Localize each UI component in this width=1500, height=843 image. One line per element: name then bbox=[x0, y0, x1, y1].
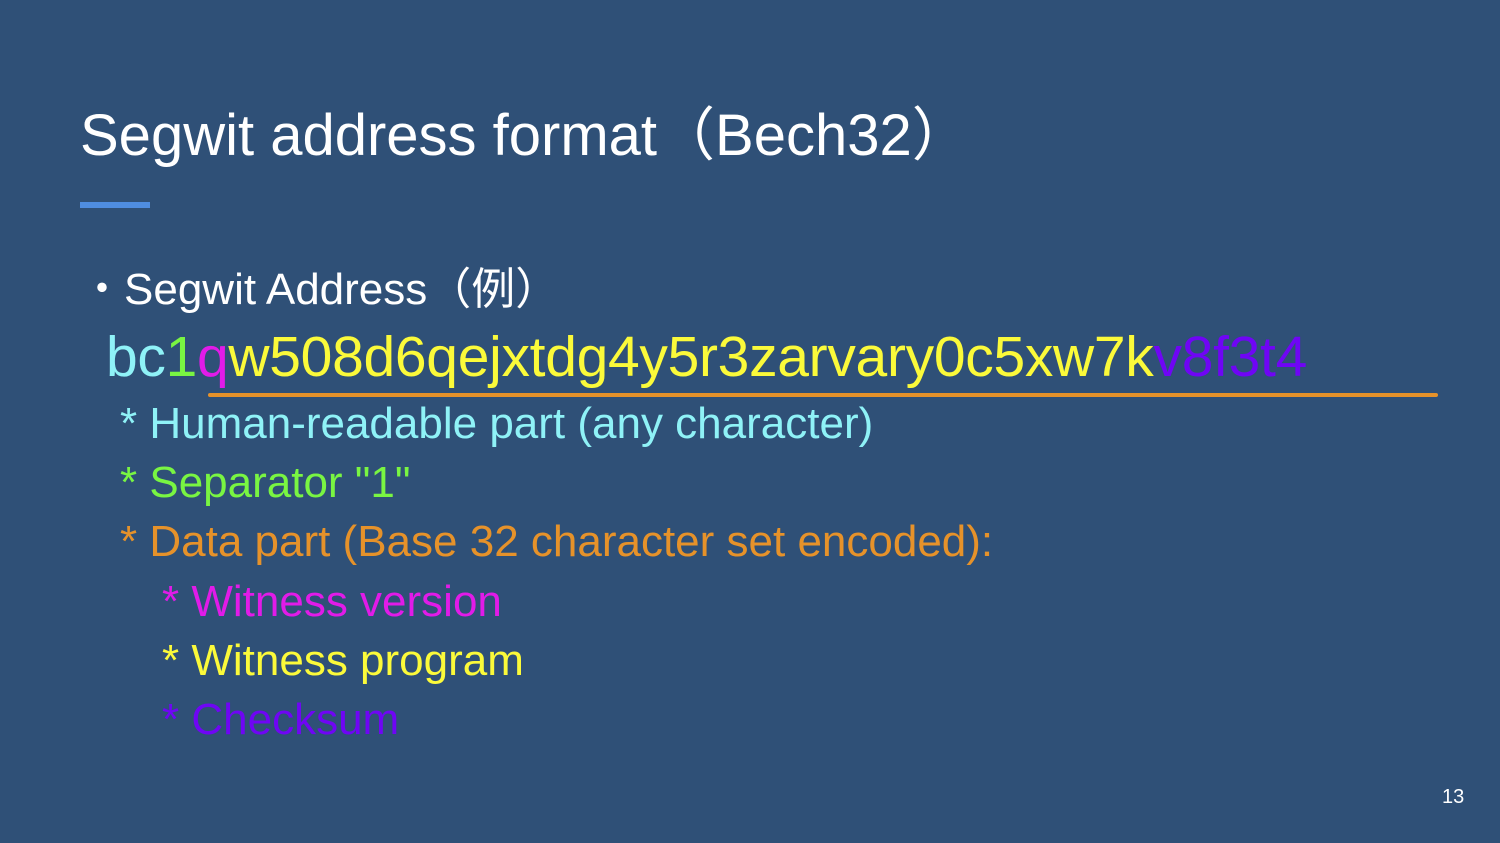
legend-witness-version: * Witness version bbox=[162, 577, 502, 626]
page-number: 13 bbox=[1442, 786, 1465, 808]
legend-witness-program: * Witness program bbox=[162, 636, 524, 685]
legend-separator: * Separator "1" bbox=[120, 458, 411, 507]
address-separator: 1 bbox=[165, 325, 198, 389]
legend-human-readable-part: * Human-readable part (any character) bbox=[120, 399, 874, 448]
legend-data-part: * Data part (Base 32 character set encod… bbox=[120, 517, 994, 566]
example-address: bc1qw508d6qejxtdg4y5r3zarvary0c5xw7kv8f3… bbox=[106, 324, 1307, 390]
slide: Segwit address format（Bech32） ・Segwit Ad… bbox=[0, 0, 1500, 843]
address-witness-version: q bbox=[197, 325, 229, 389]
address-hrp: bc bbox=[106, 325, 166, 389]
legend-checksum: * Checksum bbox=[162, 695, 400, 744]
slide-title: Segwit address format（Bech32） bbox=[80, 103, 970, 168]
address-witness-program: w508d6qejxtdg4y5r3zarvary0c5xw7k bbox=[228, 325, 1154, 389]
title-underline bbox=[80, 202, 150, 208]
address-checksum: v8f3t4 bbox=[1153, 325, 1308, 389]
subheading: ・Segwit Address（例） bbox=[80, 265, 560, 314]
